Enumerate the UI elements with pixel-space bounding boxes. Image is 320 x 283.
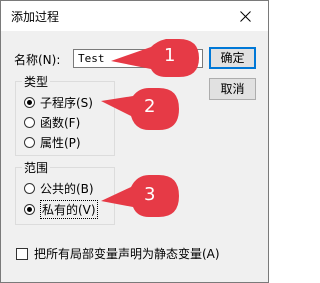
type-group-title: 类型 — [22, 73, 51, 90]
radio-function-label: 函数(F) — [40, 115, 81, 130]
radio-subroutine-label: 子程序(S) — [40, 95, 93, 110]
static-variables-label: 把所有局部变量声明为静态变量(A) — [34, 247, 220, 261]
radio-property-label: 属性(P) — [40, 135, 81, 150]
add-procedure-dialog: 添加过程 名称(N): Test 确定 取消 类型 子程序(S) 函数(F) 属… — [0, 0, 269, 283]
radio-function-indicator[interactable] — [24, 116, 35, 128]
type-groupbox: 类型 子程序(S) 函数(F) 属性(P) — [15, 73, 115, 156]
callout-2-icon — [101, 88, 179, 130]
radio-public-label: 公共的(B) — [40, 181, 94, 196]
callout-3-icon — [101, 175, 179, 217]
radio-subroutine-indicator[interactable] — [24, 96, 35, 108]
callout-1-icon — [111, 39, 199, 77]
radio-public[interactable]: 公共的(B) — [24, 180, 94, 196]
radio-property-indicator[interactable] — [24, 136, 35, 148]
callout-1-number: 1 — [164, 45, 176, 66]
close-icon — [240, 11, 251, 22]
radio-property[interactable]: 属性(P) — [24, 134, 81, 150]
callout-2-number: 2 — [144, 96, 156, 117]
radio-private-label: 私有的(V) — [40, 199, 98, 219]
callout-3-number: 3 — [144, 184, 156, 205]
ok-button[interactable]: 确定 — [209, 47, 256, 69]
radio-subroutine[interactable]: 子程序(S) — [24, 94, 93, 110]
scope-group-title: 范围 — [22, 159, 51, 176]
static-variables-checkbox[interactable]: 把所有局部变量声明为静态变量(A) — [16, 245, 220, 262]
radio-private-indicator[interactable] — [24, 203, 35, 215]
radio-function[interactable]: 函数(F) — [24, 114, 80, 130]
radio-public-indicator[interactable] — [24, 182, 35, 194]
name-label: 名称(N): — [14, 53, 61, 67]
scope-groupbox: 范围 公共的(B) 私有的(V) — [15, 159, 115, 225]
close-button[interactable] — [223, 1, 268, 31]
title-bar: 添加过程 — [1, 1, 268, 31]
static-variables-checkbox-box[interactable] — [16, 247, 28, 260]
window-title: 添加过程 — [11, 10, 60, 24]
cancel-button[interactable]: 取消 — [209, 78, 256, 100]
radio-private[interactable]: 私有的(V) — [24, 199, 98, 219]
